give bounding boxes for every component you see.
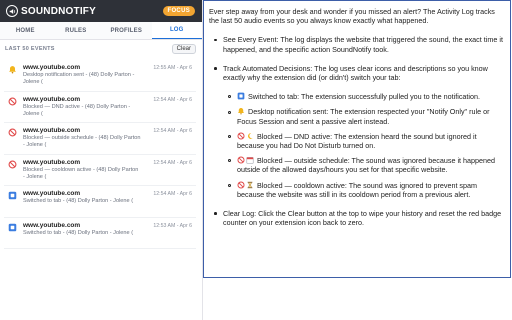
decision-text: Switched to tab: The extension successfu…: [248, 92, 481, 102]
blocked-icon: [237, 181, 245, 189]
event-row[interactable]: www.youtube.com Blocked — cooldown activ…: [4, 155, 196, 186]
blocked-icon: [237, 156, 245, 164]
decision-list: Switched to tab: The extension successfu…: [223, 92, 505, 199]
tab-log[interactable]: LOG: [151, 22, 202, 39]
event-time: 12:54 AM - Apr 6: [153, 191, 192, 197]
brand: SOUNDNOTIFY: [6, 5, 96, 17]
event-text-cont: Jolene (: [23, 110, 43, 117]
decision-cooldown: Blocked — cooldown active: The sound was…: [223, 181, 505, 199]
hourglass-icon: [246, 181, 254, 189]
soundnotify-popup: SOUNDNOTIFY FOCUS HOME RULES PROFILES LO…: [0, 0, 203, 320]
clear-log-item: Clear Log: Click the Clear button at the…: [209, 209, 505, 227]
activity-log-description: Ever step away from your desk and wonder…: [203, 0, 511, 278]
feature-list: See Every Event: The log displays the we…: [209, 35, 505, 227]
event-list: www.youtube.com Desktop notification sen…: [4, 60, 196, 249]
event-text-cont: - Jolene (: [23, 142, 47, 148]
event-time: 12:53 AM - Apr 6: [153, 222, 192, 229]
event-row[interactable]: www.youtube.com Blocked — DND active - (…: [4, 92, 196, 123]
event-time: 12:54 AM - Apr 6: [153, 159, 192, 166]
event-time: 12:54 AM - Apr 6: [153, 96, 192, 103]
decision-switched: Switched to tab: The extension successfu…: [223, 92, 505, 101]
event-text: Switched to tab - (48) Dolly Parton - Jo…: [23, 198, 134, 204]
clear-log-text: Clear Log: Click the Clear button at the…: [223, 209, 502, 228]
decision-schedule: Blocked — outside schedule: The sound wa…: [223, 156, 505, 174]
blocked-icon: [8, 160, 17, 169]
track-decisions-text: Track Automated Decisions: The log uses …: [223, 63, 488, 83]
see-every-event-item: See Every Event: The log displays the we…: [209, 35, 505, 54]
event-text-cont: Jolene (: [23, 79, 43, 85]
event-text: Blocked — DND active - (48) Dolly Parton…: [23, 103, 131, 110]
blocked-icon: [8, 128, 17, 137]
tab-profiles[interactable]: PROFILES: [101, 22, 152, 39]
event-time: 12:54 AM - Apr 6: [153, 128, 192, 134]
event-row[interactable]: www.youtube.com Switched to tab - (48) D…: [4, 186, 196, 218]
sound-logo-icon: [6, 5, 18, 17]
intro-text: Ever step away from your desk and wonder…: [209, 7, 495, 26]
see-every-event-text: See Every Event: The log displays the we…: [223, 35, 503, 54]
popup-header: SOUNDNOTIFY FOCUS: [0, 0, 202, 22]
event-row[interactable]: www.youtube.com Desktop notification sen…: [4, 60, 196, 92]
event-text-cont: - Jolene (: [23, 173, 47, 180]
tab-bar: HOME RULES PROFILES LOG: [0, 22, 202, 40]
event-text: Switched to tab - (48) Dolly Parton - Jo…: [23, 229, 134, 236]
switch-tab-icon: [237, 92, 245, 100]
track-decisions-item: Track Automated Decisions: The log uses …: [209, 64, 505, 199]
events-bar: LAST 50 EVENTS Clear: [0, 40, 202, 58]
event-text: Blocked — cooldown active - (48) Dolly P…: [23, 166, 139, 173]
decision-text: Blocked — cooldown active: The sound was…: [237, 180, 478, 199]
bell-icon: [8, 65, 17, 74]
bell-icon: [237, 107, 245, 115]
events-title: LAST 50 EVENTS: [5, 46, 55, 52]
moon-icon: [246, 132, 254, 140]
switch-tab-icon: [8, 223, 17, 232]
calendar-icon: [246, 156, 254, 164]
decision-dnd: Blocked — DND active: The extension hear…: [223, 132, 505, 150]
event-text: Desktop notification sent - (48) Dolly P…: [23, 72, 135, 78]
event-text: Blocked — outside schedule - (48) Dolly …: [23, 135, 141, 141]
event-row[interactable]: www.youtube.com Blocked — outside schedu…: [4, 123, 196, 155]
blocked-icon: [237, 132, 245, 140]
decision-text: Blocked — DND active: The extension hear…: [237, 131, 477, 151]
blocked-icon: [8, 97, 17, 106]
clear-button[interactable]: Clear: [171, 44, 196, 54]
decision-text: Blocked — outside schedule: The sound wa…: [237, 156, 496, 175]
tab-rules[interactable]: RULES: [51, 22, 102, 39]
brand-name: SOUNDNOTIFY: [21, 5, 96, 17]
tab-home[interactable]: HOME: [0, 22, 51, 39]
decision-notified: Desktop notification sent: The extension…: [223, 107, 505, 126]
switch-tab-icon: [8, 191, 17, 200]
event-time: 12:55 AM - Apr 6: [153, 65, 192, 71]
decision-text: Desktop notification sent: The extension…: [237, 107, 490, 126]
event-row[interactable]: www.youtube.com Switched to tab - (48) D…: [4, 218, 196, 249]
focus-badge[interactable]: FOCUS: [162, 6, 195, 16]
